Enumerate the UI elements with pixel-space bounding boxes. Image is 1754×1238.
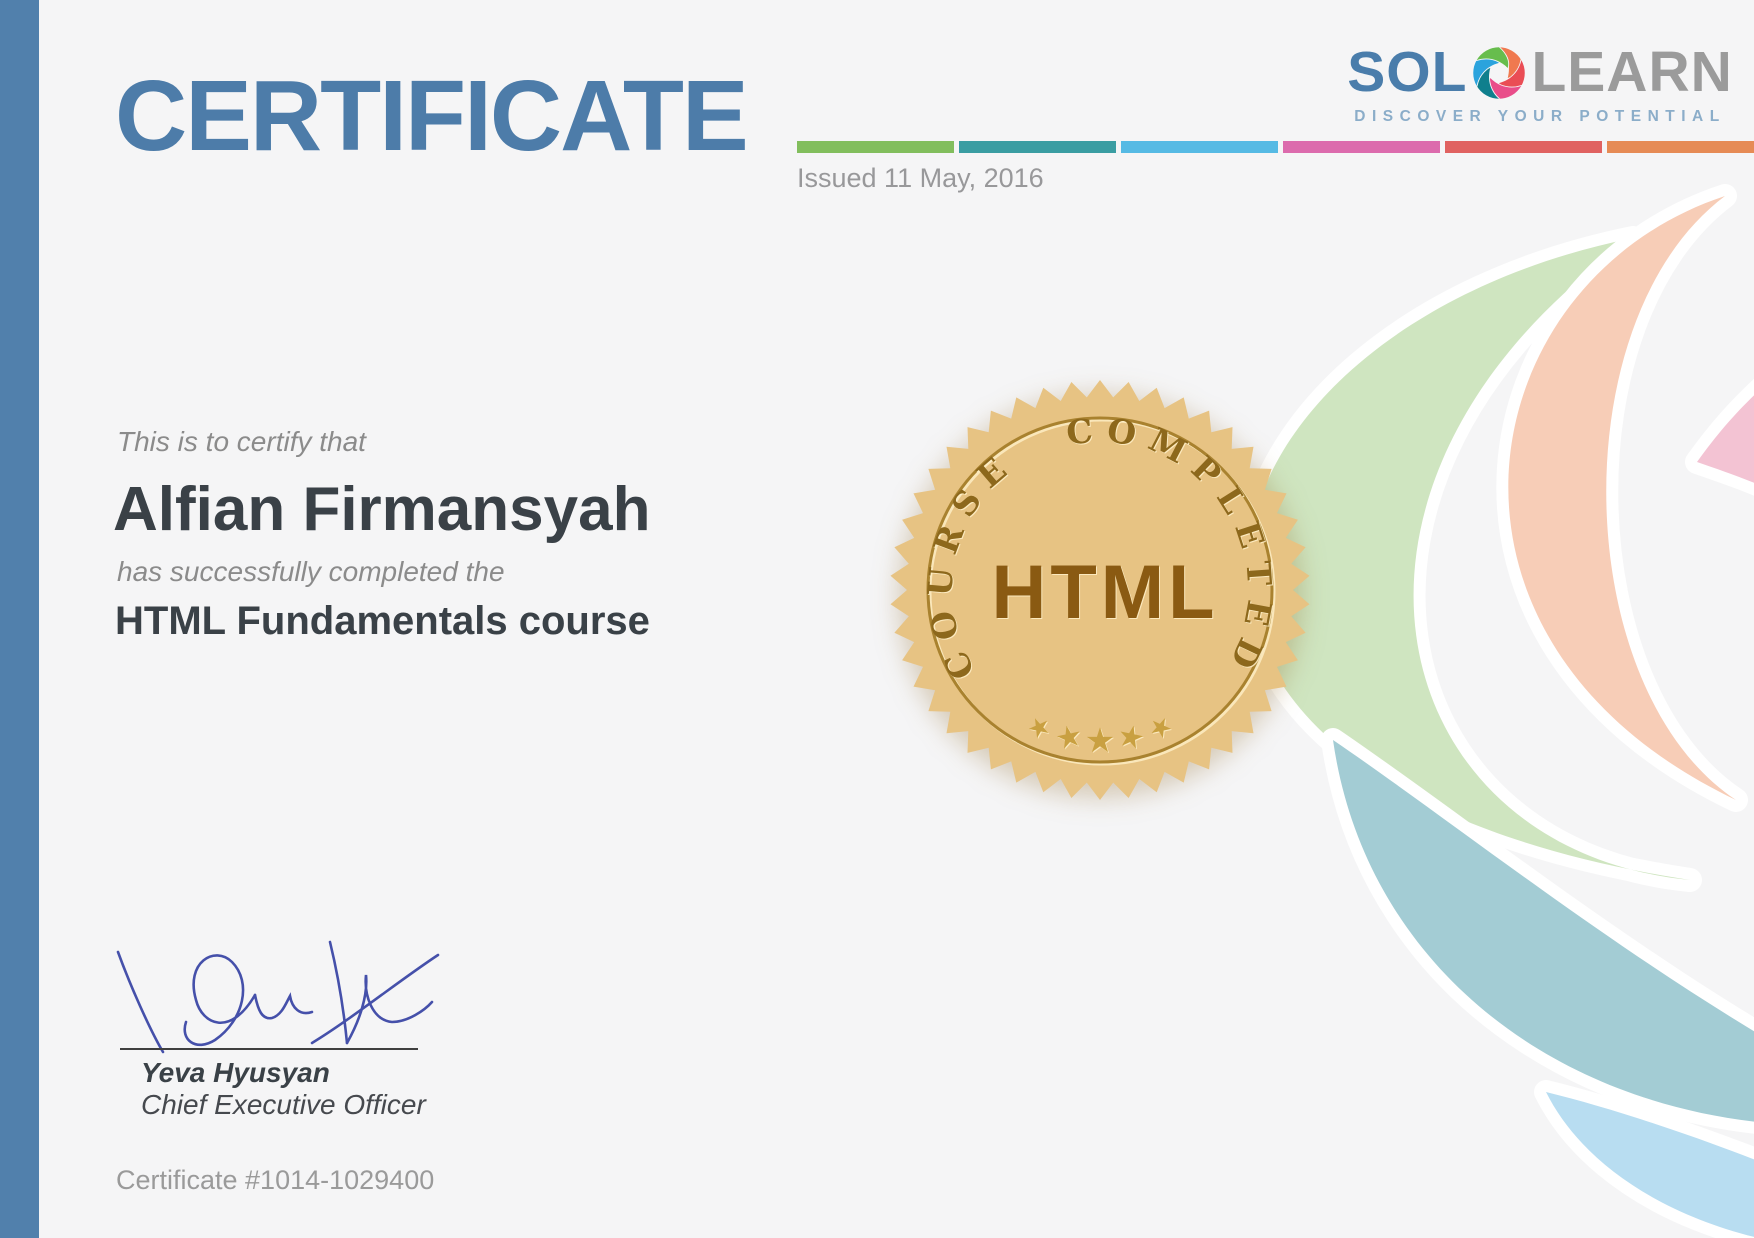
signature-stroke (345, 974, 434, 1045)
logo-word-sol: SOL (1347, 40, 1468, 104)
signature-stroke (183, 954, 257, 1047)
signature-stroke (328, 940, 349, 1045)
stripe-segment (1121, 141, 1278, 153)
certificate-number: Certificate #1014-1029400 (116, 1165, 435, 1195)
stripe-segment (1607, 141, 1754, 153)
course-line: HTML Fundamentals course (115, 599, 650, 643)
certify-line: This is to certify that (117, 426, 366, 457)
signature-stroke (310, 953, 440, 1045)
header-stripe (797, 141, 1754, 153)
stripe-segment (1445, 141, 1602, 153)
stripe-segment (797, 141, 954, 153)
background-swirl (1235, 184, 1754, 1238)
sololearn-logo: SOL LEARN DISCOVER YOUR POTENTIAL (1347, 44, 1732, 126)
signature-scribble (116, 940, 440, 1054)
signer-name: Yeva Hyusyan (141, 1057, 330, 1088)
stripe-segment (959, 141, 1116, 153)
signer-role: Chief Executive Officer (141, 1089, 426, 1120)
page-title: CERTIFICATE (115, 60, 749, 172)
swirl-pink-crescent (1685, 378, 1754, 496)
stripe-segment (1283, 141, 1440, 153)
issued-date: Issued 11 May, 2016 (797, 163, 1044, 193)
sololearn-shutter-icon (1472, 45, 1526, 100)
logo-tagline: DISCOVER YOUR POTENTIAL (1354, 108, 1726, 125)
certificate-page: COURSE COMPLETED HTML ★ ★ ★ ★ ★ CERTIFICATE … (0, 0, 1754, 1238)
logo-word-learn: LEARN (1531, 40, 1733, 104)
signature-stroke (253, 992, 314, 1020)
star-icon: ★ (1085, 722, 1115, 760)
left-accent-bar (0, 0, 39, 1238)
seal-center-text: HTML (991, 550, 1218, 635)
completed-line: has successfully completed the (117, 556, 505, 587)
recipient-name: Alfian Firmansyah (113, 475, 651, 544)
signature-stroke (116, 950, 165, 1054)
course-completed-seal: COURSE COMPLETED HTML ★★ ★ ★★ (890, 380, 1310, 800)
swirl-teal-crescent (1321, 728, 1754, 1134)
logo-row: SOL LEARN (1347, 44, 1733, 101)
